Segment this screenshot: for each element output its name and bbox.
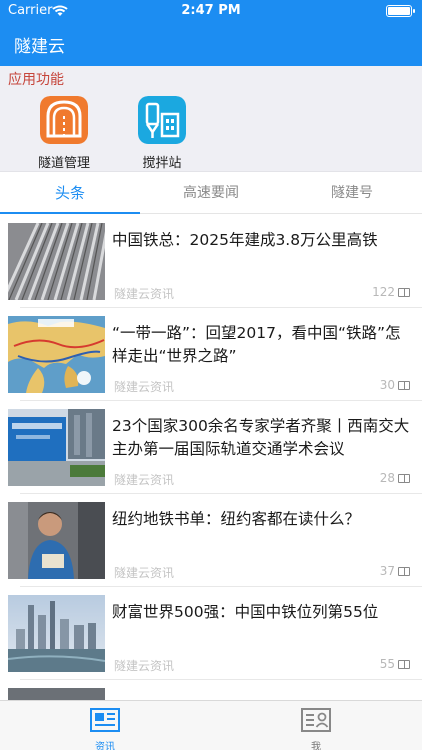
clock: 2:47 PM: [181, 3, 241, 18]
book-icon: [398, 381, 410, 390]
news-item[interactable]: 中国铁总：2025年建成3.8万公里高铁 隧建云资讯 122: [0, 215, 422, 308]
page-title: 隧建云: [14, 37, 65, 57]
book-icon: [398, 567, 410, 576]
view-count: 37: [380, 564, 410, 578]
tab-headlines[interactable]: 头条: [0, 172, 140, 214]
profile-card-icon: [301, 708, 331, 732]
app-functions-panel: 隧道管理 搅拌站: [0, 90, 422, 172]
view-count-value: 122: [372, 285, 395, 299]
news-thumbnail: [8, 688, 105, 700]
navigation-bar: Carrier 2:47 PM 隧建云: [0, 0, 422, 66]
news-thumbnail-map: [8, 316, 105, 393]
mixing-station-icon: [138, 96, 186, 144]
function-label: 搅拌站: [142, 156, 182, 171]
view-count: 30: [380, 378, 410, 392]
tab-suijian-account[interactable]: 隧建号: [282, 172, 422, 214]
section-title-functions: 应用功能: [0, 66, 422, 90]
battery-icon: [386, 5, 415, 17]
news-source: 隧建云资讯: [114, 380, 175, 394]
news-title: 中国铁总：2025年建成3.8万公里高铁: [112, 231, 378, 249]
book-icon: [398, 474, 410, 483]
view-count: 122: [372, 285, 410, 299]
function-label: 隧道管理: [37, 156, 90, 171]
news-thumbnail-city-skyline: [8, 595, 105, 672]
news-thumbnail-subway-reader: [8, 502, 105, 579]
news-thumbnail-conference: [8, 409, 105, 486]
news-item-partial[interactable]: [0, 680, 422, 700]
view-count-value: 28: [379, 471, 395, 485]
mixing-station-button[interactable]: 搅拌站: [127, 96, 197, 171]
news-source: 隧建云资讯: [114, 659, 175, 673]
news-item[interactable]: 财富世界500强：中国中铁位列第55位 隧建云资讯 55: [0, 587, 422, 680]
news-title: 财富世界500强：中国中铁位列第55位: [112, 603, 379, 621]
active-tab-indicator: [0, 212, 140, 214]
news-source: 隧建云资讯: [114, 566, 175, 580]
news-source: 隧建云资讯: [114, 473, 175, 487]
tunnel-management-button[interactable]: 隧道管理: [29, 96, 99, 171]
news-title: 纽约地铁书单：纽约客都在读什么？: [112, 510, 361, 528]
news-icon: [90, 708, 120, 732]
news-item[interactable]: 纽约地铁书单：纽约客都在读什么？ 隧建云资讯 37: [0, 494, 422, 587]
view-count: 28: [380, 471, 410, 485]
bottom-tab-bar: 资讯 我: [0, 700, 422, 750]
status-bar: Carrier 2:47 PM: [0, 0, 422, 22]
tab-me-label: 我: [311, 742, 321, 750]
news-title: “一带一路”：回望2017，看中国“铁路”怎样走出“世界之路”: [112, 324, 401, 365]
view-count-value: 37: [379, 564, 395, 578]
view-count-value: 55: [379, 657, 395, 671]
tab-news-label: 资讯: [95, 742, 115, 750]
news-item[interactable]: “一带一路”：回望2017，看中国“铁路”怎样走出“世界之路” 隧建云资讯 30: [0, 308, 422, 401]
news-title: 23个国家300余名专家学者齐聚丨西南交大主办第一届国际轨道交通学术会议: [112, 417, 410, 458]
news-thumbnail-rails: [8, 223, 105, 300]
news-item[interactable]: 23个国家300余名专家学者齐聚丨西南交大主办第一届国际轨道交通学术会议 隧建云…: [0, 401, 422, 494]
tab-news[interactable]: 资讯: [65, 707, 145, 750]
view-count: 55: [380, 657, 410, 671]
tunnel-icon: [40, 96, 88, 144]
book-icon: [398, 660, 410, 669]
book-icon: [398, 288, 410, 297]
news-list: 中国铁总：2025年建成3.8万公里高铁 隧建云资讯 122 “一带一路”：回望…: [0, 215, 422, 700]
tab-highway-news[interactable]: 高速要闻: [141, 172, 281, 214]
tab-me[interactable]: 我: [276, 707, 356, 750]
news-source: 隧建云资讯: [114, 287, 175, 301]
news-category-tabs: 头条 高速要闻 隧建号: [0, 172, 422, 214]
view-count-value: 30: [379, 378, 395, 392]
